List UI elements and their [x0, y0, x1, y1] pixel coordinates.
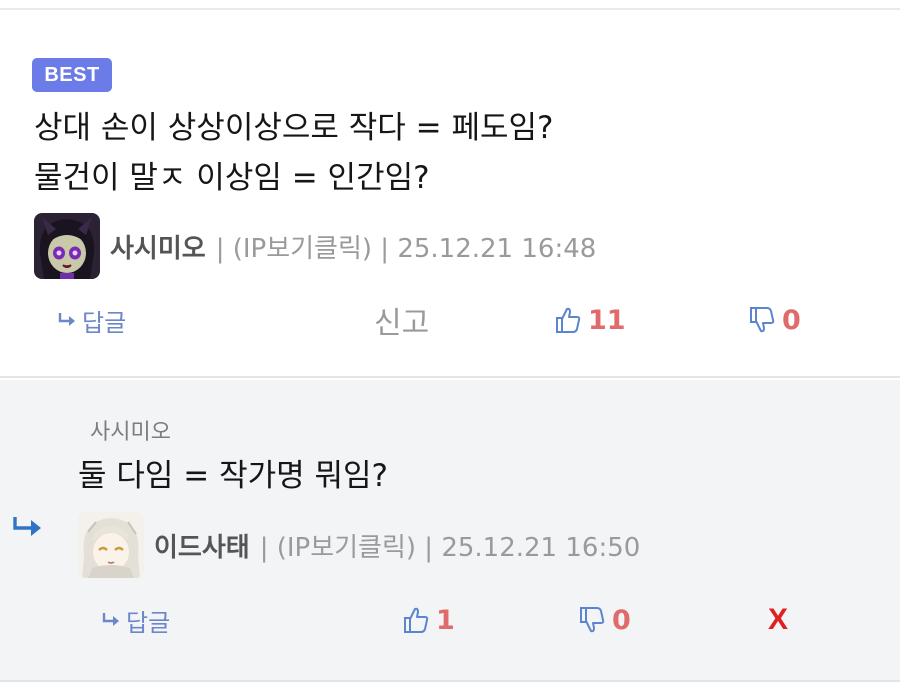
reply-author-avatar[interactable] [78, 512, 144, 578]
reply-actions: 답글 1 0 X [0, 600, 900, 640]
reply-indicator-icon [12, 516, 44, 542]
best-comment: BEST 상대 손이 상상이상으로 작다 = 페도임? 물건이 말ㅈ 이상임 =… [0, 12, 900, 378]
reply-button[interactable]: 답글 [58, 300, 126, 340]
report-button[interactable]: 신고 [374, 300, 429, 341]
delete-button[interactable]: X [768, 600, 788, 640]
comment-text-line-1: 상대 손이 상상이상으로 작다 = 페도임? [34, 110, 554, 146]
comment-text-line-2: 물건이 말ㅈ 이상임 = 인간임? [34, 160, 430, 196]
upvote-count: 11 [588, 304, 626, 336]
reply-reply-label: 답글 [126, 608, 171, 637]
author-meta-info: | (IP보기클릭) | 25.12.21 16:48 [215, 233, 597, 264]
upvote-button[interactable]: 11 [554, 300, 626, 340]
reply-author-nickname[interactable]: 이드사태 [154, 527, 250, 564]
downvote-count: 0 [782, 304, 801, 336]
reply-comment: 사시미오 둘 다임 = 작가명 뭐임? 이드사태 | (IP보기클릭) | 25… [0, 380, 900, 687]
reply-upvote-count: 1 [436, 604, 455, 636]
comment-author-meta: 사시미오 | (IP보기클릭) | 25.12.21 16:48 [34, 213, 596, 279]
reply-text: 둘 다임 = 작가명 뭐임? [78, 458, 389, 494]
reply-author-meta-info: | (IP보기클릭) | 25.12.21 16:50 [259, 532, 641, 563]
reply-downvote-count: 0 [612, 604, 631, 636]
thumbs-down-icon [750, 307, 775, 333]
parent-nickname: 사시미오 [90, 420, 171, 445]
bottom-divider [0, 680, 900, 687]
reply-downvote-button[interactable]: 0 [578, 600, 631, 640]
author-avatar[interactable] [34, 213, 100, 279]
top-divider [0, 0, 900, 10]
best-badge: BEST [32, 58, 112, 92]
thumbs-down-icon [580, 607, 605, 633]
reply-arrow-icon [102, 613, 119, 626]
reply-arrow-icon [58, 313, 75, 326]
downvote-button[interactable]: 0 [748, 300, 801, 340]
thumbs-up-icon [404, 607, 429, 633]
comment-actions: 답글 신고 11 0 [0, 300, 900, 341]
reply-upvote-button[interactable]: 1 [402, 600, 455, 640]
reply-author-meta: 이드사태 | (IP보기클릭) | 25.12.21 16:50 [78, 512, 640, 578]
thumbs-up-icon [556, 307, 581, 333]
reply-reply-button[interactable]: 답글 [102, 600, 170, 640]
reply-label: 답글 [82, 308, 127, 337]
author-nickname[interactable]: 사시미오 [110, 228, 206, 265]
